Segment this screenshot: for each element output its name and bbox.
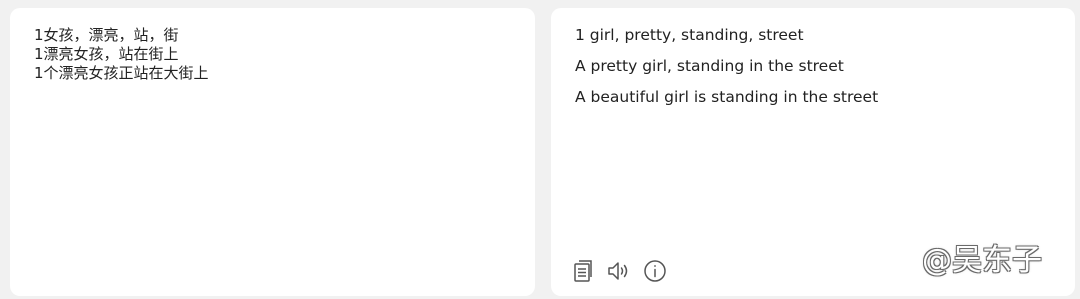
source-line-3: 1个漂亮女孩正站在大街上 — [34, 64, 209, 82]
speaker-icon — [607, 260, 631, 282]
translation-line-3: A beautiful girl is standing in the stre… — [575, 88, 879, 106]
source-text-panel[interactable]: 1女孩，漂亮，站，街 1漂亮女孩，站在街上 1个漂亮女孩正站在大街上 — [10, 8, 535, 296]
translation-line-1: 1 girl, pretty, standing, street — [575, 26, 804, 44]
translation-line-2: A pretty girl, standing in the street — [575, 57, 844, 75]
translation-output-text: 1 girl, pretty, standing, street A prett… — [575, 24, 1055, 117]
translation-output-panel: 1 girl, pretty, standing, street A prett… — [551, 8, 1075, 296]
source-text-input[interactable]: 1女孩，漂亮，站，街 1漂亮女孩，站在街上 1个漂亮女孩正站在大街上 — [34, 26, 514, 83]
source-line-1: 1女孩，漂亮，站，街 — [34, 26, 179, 44]
copy-icon — [572, 259, 594, 283]
copy-button[interactable] — [570, 259, 595, 284]
info-button[interactable] — [642, 259, 667, 284]
listen-button[interactable] — [606, 259, 631, 284]
translation-toolbar — [570, 258, 667, 284]
info-icon — [643, 259, 667, 283]
source-line-2: 1漂亮女孩，站在街上 — [34, 45, 179, 63]
